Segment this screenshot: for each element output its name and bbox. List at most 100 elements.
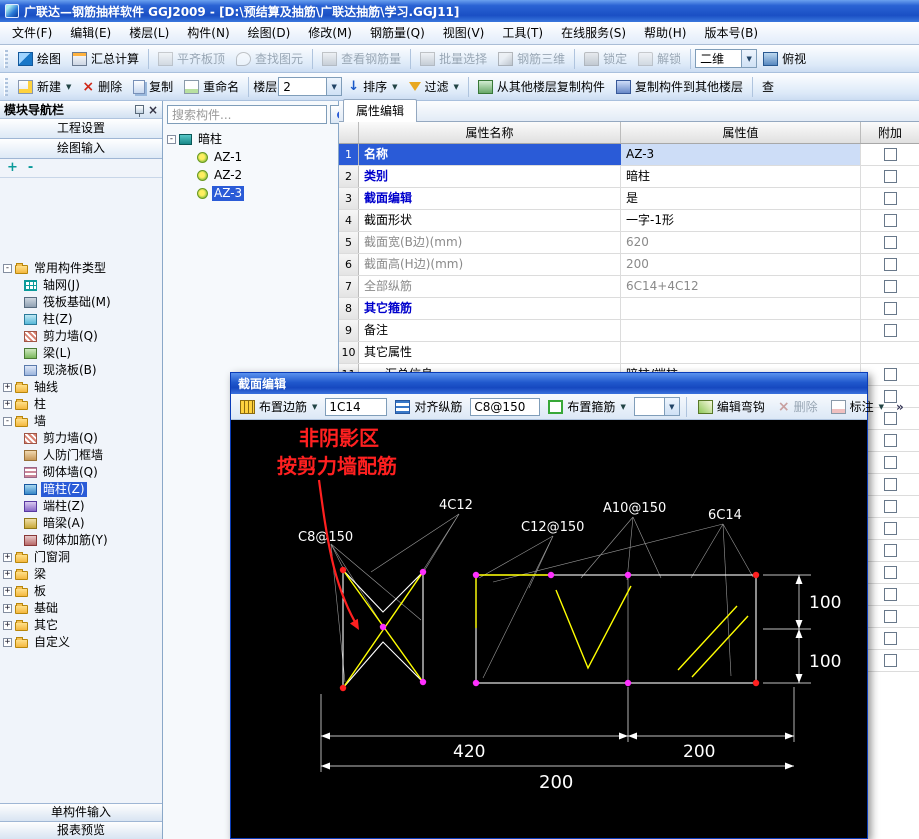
- place-stirrup-button[interactable]: 布置箍筋 ▼: [543, 395, 630, 418]
- expand-toggle-icon[interactable]: +: [3, 400, 12, 409]
- lock-button[interactable]: 锁定: [579, 47, 632, 70]
- chevron-down-icon[interactable]: ▼: [741, 50, 756, 67]
- attach-checkbox[interactable]: [884, 478, 897, 491]
- property-row[interactable]: 8其它箍筋: [339, 298, 919, 320]
- attach-checkbox[interactable]: [884, 544, 897, 557]
- attach-checkbox[interactable]: [884, 324, 897, 337]
- attach-checkbox[interactable]: [884, 522, 897, 535]
- annotate-button[interactable]: 标注 ▼: [826, 395, 889, 418]
- attach-checkbox[interactable]: [884, 654, 897, 667]
- attach-checkbox[interactable]: [884, 236, 897, 249]
- tree-item[interactable]: 暗梁(A): [0, 515, 162, 532]
- find-element-button[interactable]: 查找图元: [231, 47, 308, 70]
- tree-item[interactable]: 人防门框墙: [0, 447, 162, 464]
- expand-toggle-icon[interactable]: +: [3, 383, 12, 392]
- dialog-delete-button[interactable]: × 删除: [773, 395, 823, 418]
- tree-item[interactable]: 柱(Z): [0, 311, 162, 328]
- tree-item[interactable]: +门窗洞: [0, 549, 162, 566]
- menu-item-9[interactable]: 工具(T): [493, 22, 552, 44]
- chevron-down-icon[interactable]: ▼: [664, 398, 679, 415]
- property-row[interactable]: 4截面形状一字-1形: [339, 210, 919, 232]
- collapse-all-icon[interactable]: -: [28, 160, 33, 176]
- draw-input-button[interactable]: 绘图输入: [0, 139, 162, 159]
- property-value[interactable]: 是: [621, 188, 861, 209]
- property-row[interactable]: 9备注: [339, 320, 919, 342]
- batch-select-button[interactable]: 批量选择: [415, 47, 492, 70]
- attach-checkbox[interactable]: [884, 148, 897, 161]
- property-row[interactable]: 10其它属性: [339, 342, 919, 364]
- draw-button[interactable]: 绘图: [13, 47, 66, 70]
- tree-item[interactable]: -墙: [0, 413, 162, 430]
- expand-toggle-icon[interactable]: +: [3, 621, 12, 630]
- property-value[interactable]: 6C14+4C12: [621, 276, 861, 297]
- property-value[interactable]: 一字-1形: [621, 210, 861, 231]
- search-input[interactable]: [167, 105, 327, 124]
- property-value[interactable]: 620: [621, 232, 861, 253]
- section-canvas[interactable]: C8@150 4C12 C12@150 A10@150 6C14 100 100…: [231, 420, 867, 838]
- attach-checkbox[interactable]: [884, 192, 897, 205]
- menu-item-11[interactable]: 帮助(H): [635, 22, 695, 44]
- tree-item[interactable]: 剪力墙(Q): [0, 328, 162, 345]
- property-value[interactable]: [621, 298, 861, 319]
- property-row[interactable]: 5截面宽(B边)(mm)620: [339, 232, 919, 254]
- expand-toggle-icon[interactable]: +: [3, 587, 12, 596]
- tree-item[interactable]: +基础: [0, 600, 162, 617]
- tree-item[interactable]: -常用构件类型: [0, 260, 162, 277]
- expand-toggle-icon[interactable]: -: [3, 264, 12, 273]
- attach-checkbox[interactable]: [884, 610, 897, 623]
- menu-item-5[interactable]: 绘图(D): [239, 22, 300, 44]
- attach-checkbox[interactable]: [884, 566, 897, 579]
- summary-calc-button[interactable]: 汇总计算: [67, 47, 144, 70]
- tree-item[interactable]: 剪力墙(Q): [0, 430, 162, 447]
- property-value[interactable]: [621, 320, 861, 341]
- tree-item[interactable]: 筏板基础(M): [0, 294, 162, 311]
- tab-property-edit[interactable]: 属性编辑: [343, 99, 417, 122]
- attach-checkbox[interactable]: [884, 214, 897, 227]
- tree-item[interactable]: +其它: [0, 617, 162, 634]
- attach-checkbox[interactable]: [884, 434, 897, 447]
- property-row[interactable]: 1名称AZ-3: [339, 144, 919, 166]
- unlock-button[interactable]: 解锁: [633, 47, 686, 70]
- top-view-button[interactable]: 俯视: [758, 47, 811, 70]
- property-row[interactable]: 2类别暗柱: [339, 166, 919, 188]
- tree-item[interactable]: +自定义: [0, 634, 162, 651]
- project-settings-button[interactable]: 工程设置: [0, 119, 162, 139]
- menu-item-2[interactable]: 编辑(E): [61, 22, 120, 44]
- expand-toggle-icon[interactable]: -: [3, 417, 12, 426]
- floor-combo[interactable]: 2 ▼: [278, 77, 342, 96]
- tree-item[interactable]: 轴网(J): [0, 277, 162, 294]
- expand-toggle-icon[interactable]: -: [167, 135, 176, 144]
- expand-toggle-icon[interactable]: +: [3, 570, 12, 579]
- tree-item[interactable]: 砌体墙(Q): [0, 464, 162, 481]
- filter-button[interactable]: 过滤 ▼: [404, 75, 464, 98]
- attach-checkbox[interactable]: [884, 368, 897, 381]
- expand-all-icon[interactable]: +: [7, 160, 18, 176]
- expand-toggle-icon[interactable]: +: [3, 638, 12, 647]
- rename-button[interactable]: 重命名: [179, 75, 244, 98]
- copy-from-floor-button[interactable]: 从其他楼层复制构件: [473, 75, 610, 98]
- menu-item-12[interactable]: 版本号(B): [695, 22, 767, 44]
- tree-item[interactable]: 暗柱(Z): [0, 481, 162, 498]
- attach-checkbox[interactable]: [884, 170, 897, 183]
- property-row[interactable]: 3截面编辑是: [339, 188, 919, 210]
- component-item[interactable]: AZ-2: [167, 166, 338, 184]
- component-root[interactable]: -暗柱: [167, 130, 338, 148]
- clipped-button[interactable]: 查: [757, 75, 779, 98]
- stirrup-type-combo[interactable]: ▼: [634, 397, 680, 416]
- property-row[interactable]: 6截面高(H边)(mm)200: [339, 254, 919, 276]
- menu-item-7[interactable]: 钢筋量(Q): [361, 22, 434, 44]
- menu-item-1[interactable]: 文件(F): [3, 22, 61, 44]
- view-rebar-button[interactable]: 查看钢筋量: [317, 47, 406, 70]
- menu-item-3[interactable]: 楼层(L): [120, 22, 178, 44]
- attach-checkbox[interactable]: [884, 632, 897, 645]
- property-value[interactable]: [621, 342, 861, 363]
- tree-item[interactable]: 砌体加筋(Y): [0, 532, 162, 549]
- menu-item-8[interactable]: 视图(V): [434, 22, 494, 44]
- expand-toggle-icon[interactable]: +: [3, 553, 12, 562]
- property-row[interactable]: 7全部纵筋6C14+4C12: [339, 276, 919, 298]
- tree-item[interactable]: 端柱(Z): [0, 498, 162, 515]
- rebar-3d-button[interactable]: 钢筋三维: [493, 47, 570, 70]
- component-item[interactable]: AZ-3: [167, 184, 338, 202]
- single-component-input-button[interactable]: 单构件输入: [0, 803, 162, 821]
- attach-checkbox[interactable]: [884, 258, 897, 271]
